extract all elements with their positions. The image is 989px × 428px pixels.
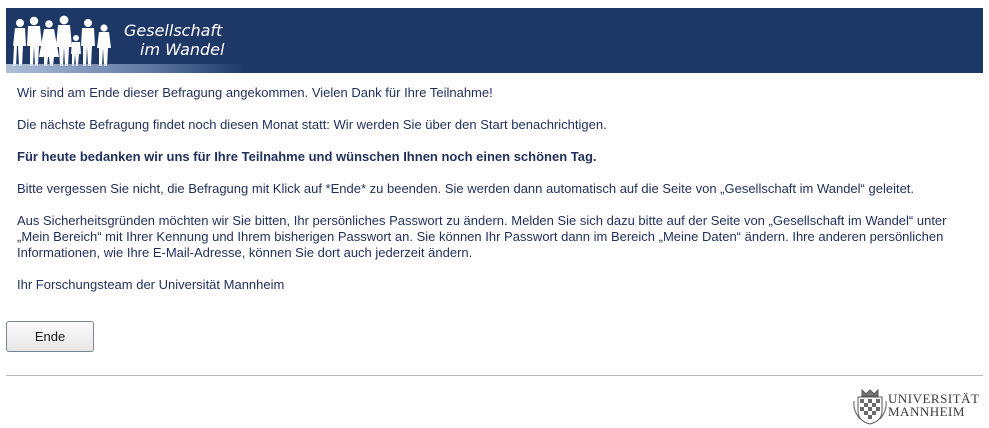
university-seal-icon [853, 388, 887, 425]
university-name: UNIVERSITÄT MANNHEIM [888, 392, 979, 418]
paragraph-closing-bold: Für heute bedanken wir uns für Ihre Teil… [17, 149, 597, 164]
header-accent-stripe [6, 64, 246, 73]
end-button[interactable]: Ende [6, 321, 94, 352]
paragraph-signature: Ihr Forschungsteam der Universität Mannh… [17, 277, 285, 292]
paragraph-next-survey: Die nächste Befragung findet noch diesen… [17, 117, 607, 132]
logo-line2: im Wandel [140, 40, 225, 59]
university-name-line2: MANNHEIM [888, 404, 965, 419]
people-silhouettes-icon [13, 15, 111, 66]
paragraph-password-notice: Aus Sicherheitsgründen möchten wir Sie b… [17, 213, 947, 260]
paragraph-thanks: Wir sind am Ende dieser Befragung angeko… [17, 85, 493, 100]
paragraph-end-instruction: Bitte vergessen Sie nicht, die Befragung… [17, 181, 915, 196]
university-logo: UNIVERSITÄT MANNHEIM [852, 386, 986, 426]
logo-wordmark: Gesellschaft im Wandel [124, 21, 224, 59]
header-banner: Gesellschaft im Wandel [6, 8, 983, 73]
logo-line1: Gesellschaft [124, 21, 223, 40]
footer-divider [6, 375, 983, 376]
survey-end-message: Wir sind am Ende dieser Befragung angeko… [17, 85, 977, 309]
